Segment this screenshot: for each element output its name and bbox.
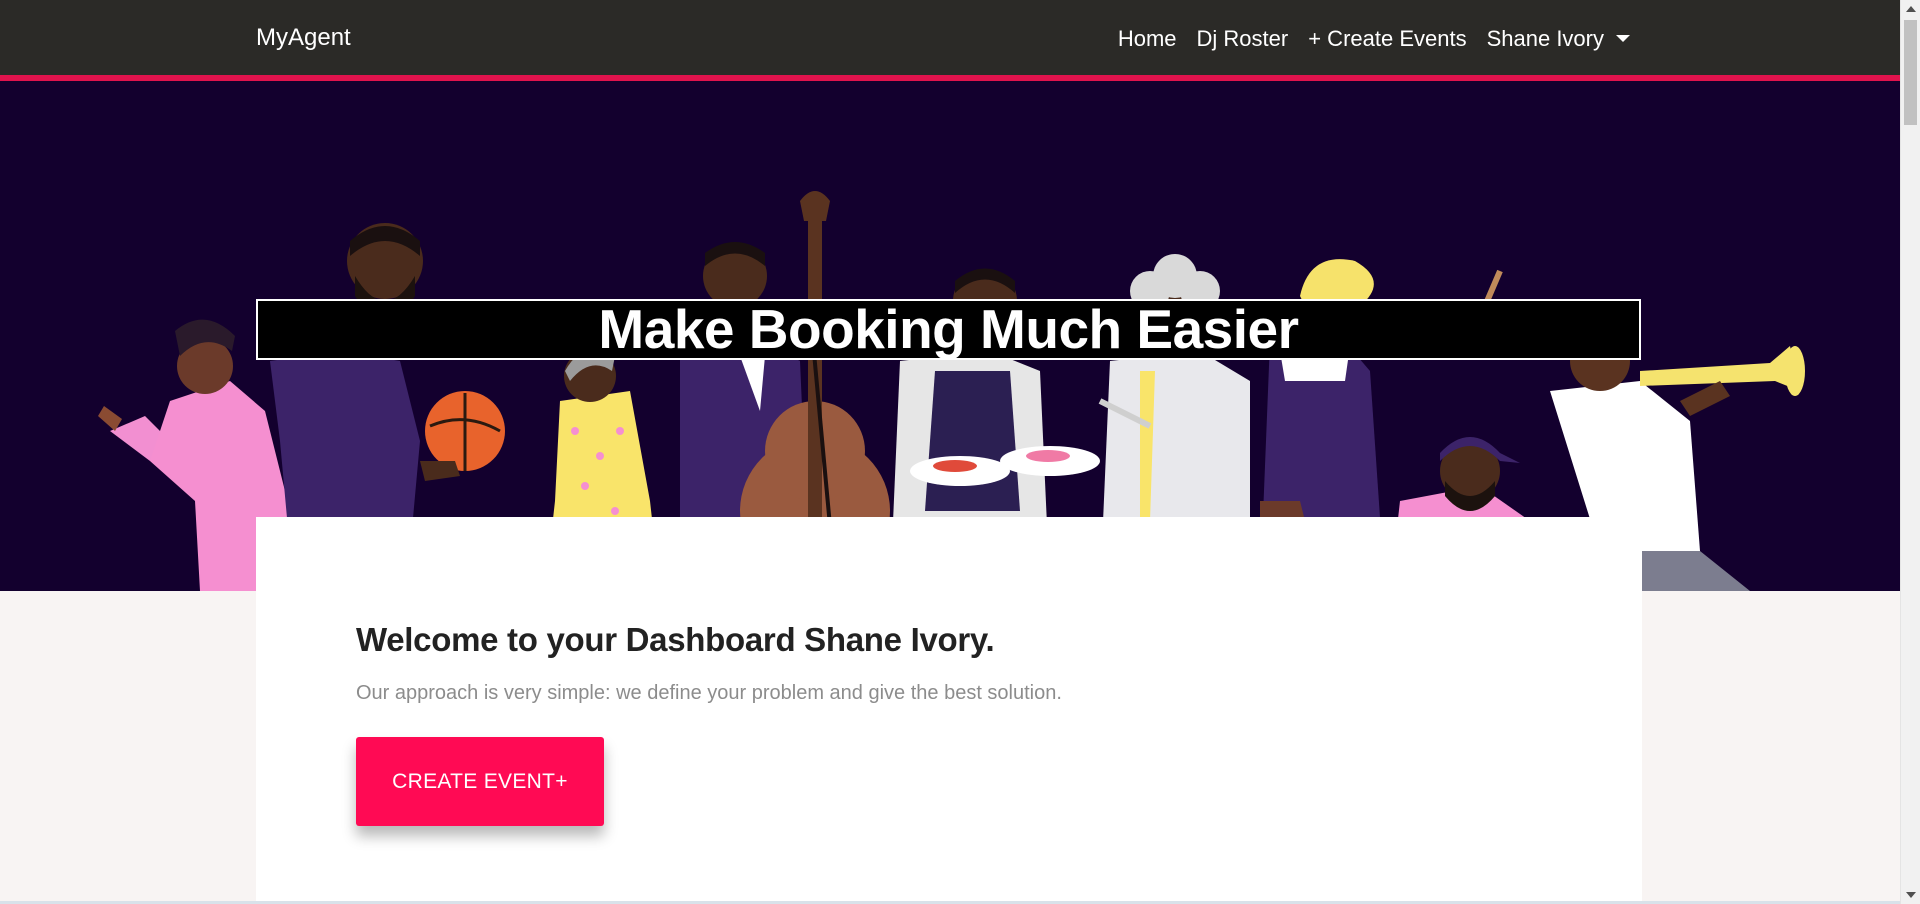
hero-banner: Make Booking Much Easier [0,81,1900,591]
hero-title-box: Make Booking Much Easier [256,299,1641,360]
scroll-down-arrow-icon[interactable] [1906,892,1916,898]
caret-down-icon [1616,35,1630,42]
vertical-scrollbar[interactable] [1900,0,1920,904]
welcome-subtext: Our approach is very simple: we define y… [356,682,1062,704]
nav-home-link[interactable]: Home [1118,26,1177,52]
nav-create-events-link[interactable]: + Create Events [1308,26,1466,52]
user-menu-dropdown[interactable]: Shane Ivory [1487,26,1630,52]
user-menu-label: Shane Ivory [1486,26,1604,51]
welcome-heading: Welcome to your Dashboard Shane Ivory. [356,621,995,658]
scroll-up-arrow-icon[interactable] [1906,6,1916,12]
hero-title: Make Booking Much Easier [598,298,1299,360]
brand-logo[interactable]: MyAgent [256,24,351,52]
page: MyAgent Home Dj Roster + Create Events S… [0,0,1920,904]
create-event-button[interactable]: CREATE EVENT+ [356,737,604,826]
welcome-card: Welcome to your Dashboard Shane Ivory. O… [256,517,1642,904]
top-navbar: MyAgent Home Dj Roster + Create Events S… [0,0,1900,81]
scrollbar-thumb[interactable] [1904,20,1917,125]
nav-dj-roster-link[interactable]: Dj Roster [1197,26,1289,52]
nav-links: Home Dj Roster + Create Events Shane Ivo… [1118,26,1630,52]
